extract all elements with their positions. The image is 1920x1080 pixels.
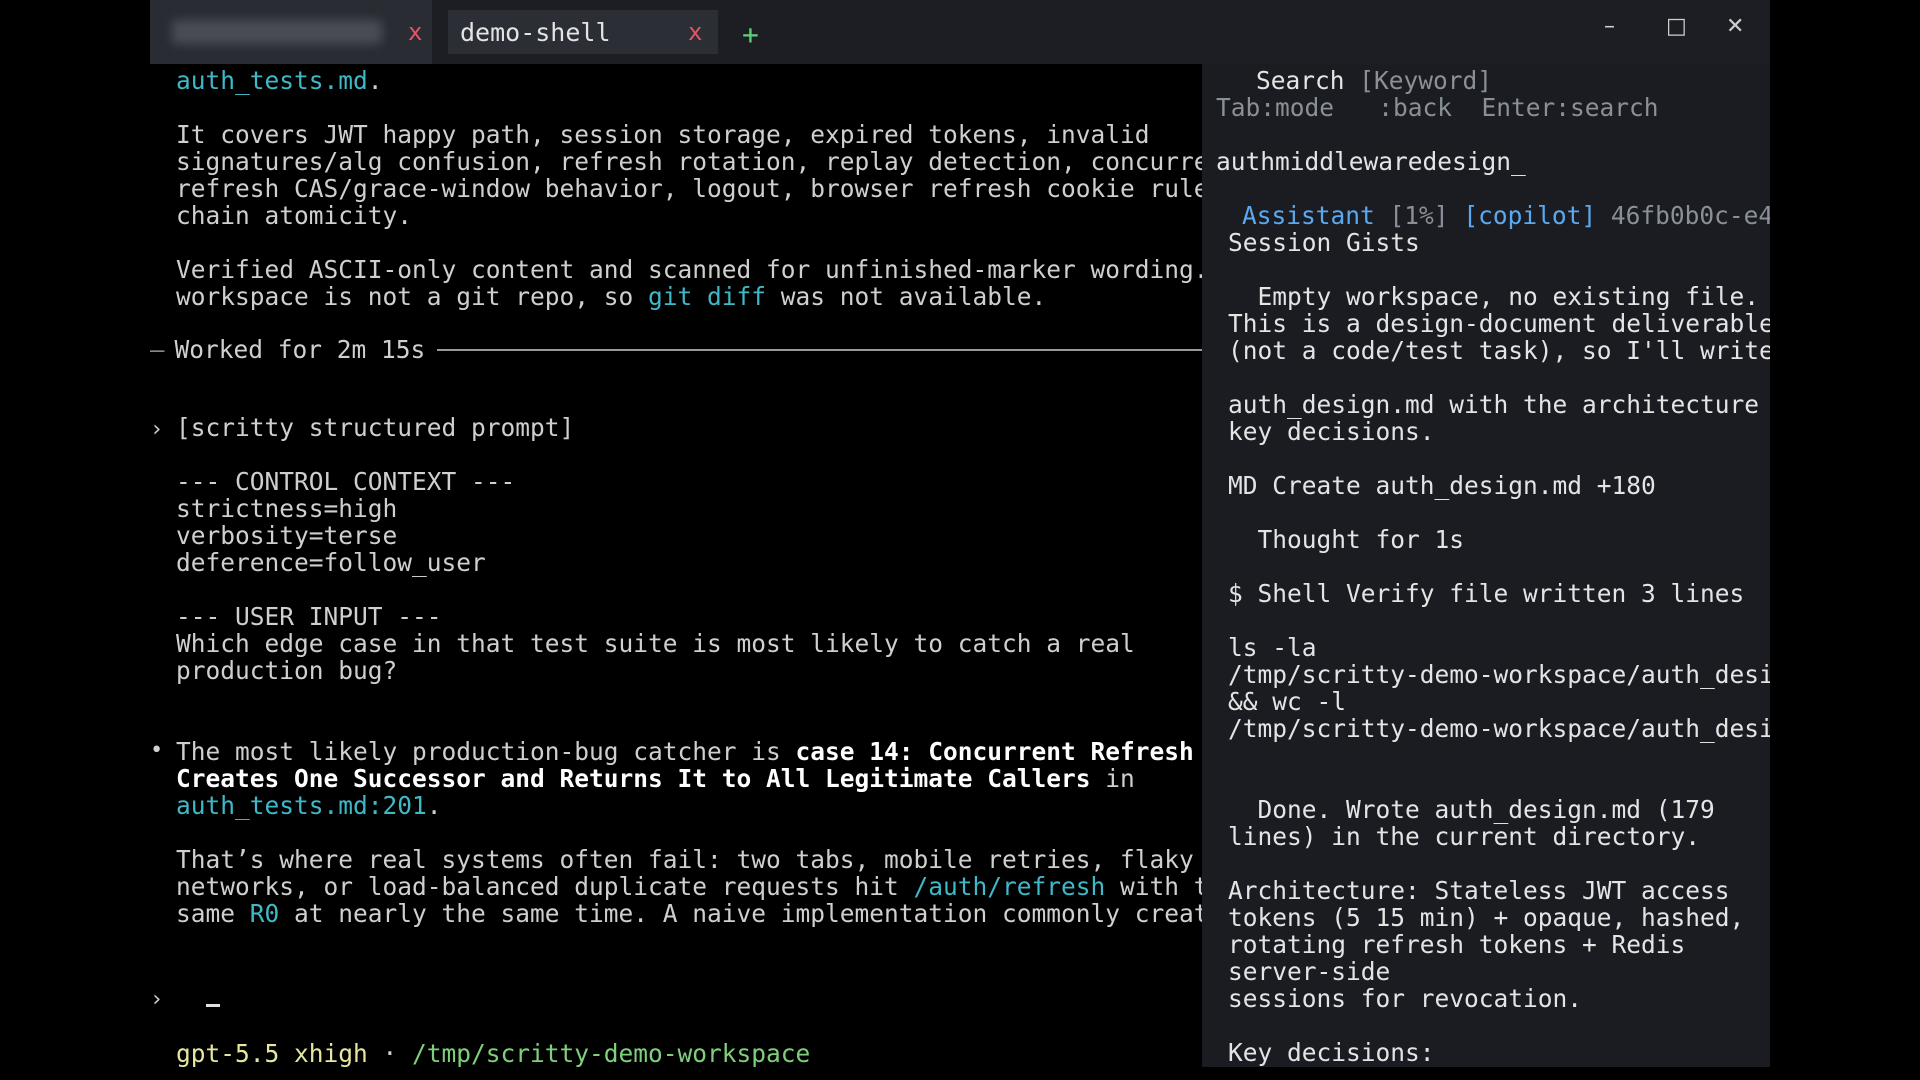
result-body-line: This is a design-document deliverable <box>1228 309 1770 338</box>
output-line: workspace is not a git repo, so git diff… <box>176 282 1047 311</box>
output-line: It covers JWT happy path, session storag… <box>176 120 1150 149</box>
text-cursor[interactable] <box>206 1004 220 1007</box>
result-tag: [copilot] <box>1463 201 1597 230</box>
result-body-line: auth_design.md with the architecture and <box>1228 390 1770 419</box>
result-percent: [1%] <box>1389 201 1449 230</box>
worked-duration: Worked for 2m 15s <box>174 335 426 364</box>
tab-close-icon[interactable]: x <box>688 18 702 46</box>
result-body-line: Thought for 1s <box>1228 525 1465 554</box>
result-body-line: Empty workspace, no existing file. <box>1228 282 1760 311</box>
answer-line: That’s where real systems often fail: tw… <box>176 845 1194 874</box>
output-line: signatures/alg confusion, refresh rotati… <box>176 147 1202 176</box>
main-terminal-pane[interactable]: auth_tests.md. It covers JWT happy path,… <box>150 64 1202 1080</box>
redacted-tab-title <box>172 20 382 44</box>
bullet-icon: • <box>150 738 164 763</box>
result-id: 46fb0b0c-e48f- <box>1610 201 1770 230</box>
tab-demo-shell[interactable]: demo-shell x <box>448 10 718 54</box>
divider-dash: – <box>150 335 165 364</box>
endpoint-link[interactable]: /auth/refresh <box>914 872 1106 901</box>
result-body-line: && wc -l <box>1228 687 1347 716</box>
prompt-title: [scritty structured prompt] <box>176 413 575 442</box>
input-line: production bug? <box>176 656 398 685</box>
output-line: refresh CAS/grace-window behavior, logou… <box>176 174 1202 203</box>
result-body-line: /tmp/scritty-demo-workspace/auth_design. <box>1228 660 1770 689</box>
minimize-icon[interactable]: – <box>1604 14 1615 39</box>
result-body-line: MD Create auth_design.md +180 <box>1228 471 1656 500</box>
status-footer: gpt-5.5 xhigh · /tmp/scritty-demo-worksp… <box>176 1039 811 1068</box>
result-title: Session Gists <box>1228 228 1420 257</box>
control-line: strictness=high <box>176 494 398 523</box>
result-body-line: Key decisions: <box>1228 1038 1435 1067</box>
result-body-line: rotating refresh tokens + Redis <box>1228 930 1686 959</box>
result-body-line: Architecture: Stateless JWT access <box>1228 876 1730 905</box>
output-line: chain atomicity. <box>176 201 413 230</box>
search-field[interactable]: Search [Keyword] <box>1256 67 1492 94</box>
search-placeholder: [Keyword] <box>1359 66 1493 95</box>
answer-line: same R0 at nearly the same time. A naive… <box>176 899 1202 928</box>
command-link[interactable]: git diff <box>648 282 766 311</box>
input-header: --- USER INPUT --- <box>176 602 442 631</box>
input-line: Which edge case in that test suite is mo… <box>176 629 1135 658</box>
terminal-window: x demo-shell x + – □ ✕ auth_tests.md. It… <box>150 0 1770 1080</box>
new-tab-button[interactable]: + <box>742 18 759 51</box>
close-window-icon[interactable]: ✕ <box>1726 14 1744 39</box>
output-line: Verified ASCII-only content and scanned … <box>176 255 1202 284</box>
result-body-line: key decisions. <box>1228 417 1435 446</box>
workspace-path: /tmp/scritty-demo-workspace <box>412 1039 811 1068</box>
search-result-header[interactable]: Assistant [1%] [copilot] 46fb0b0c-e48f- <box>1242 202 1770 229</box>
result-body-line: /tmp/scritty-demo-workspace/auth_design. <box>1228 714 1770 743</box>
control-header: --- CONTROL CONTEXT --- <box>176 467 516 496</box>
result-body-line: ls -la <box>1228 633 1317 662</box>
control-line: deference=follow_user <box>176 548 486 577</box>
session-search-pane[interactable]: Search [Keyword] Tab:mode :back Enter:se… <box>1202 64 1770 1067</box>
tab-redacted[interactable]: x <box>150 0 432 64</box>
result-body-line: (not a code/test task), so I'll write <box>1228 336 1770 365</box>
answer-line: The most likely production-bug catcher i… <box>176 737 1194 766</box>
worked-divider: – Worked for 2m 15s <box>150 335 1202 364</box>
file-link[interactable]: auth_tests.md:201 <box>176 791 427 820</box>
control-line: verbosity=terse <box>176 521 398 550</box>
prompt-chevron-icon: › <box>150 417 164 442</box>
divider-rule <box>437 348 1202 351</box>
answer-line: networks, or load-balanced duplicate req… <box>176 872 1202 901</box>
input-prompt-icon: › <box>150 987 164 1012</box>
model-name: gpt-5.5 xhigh <box>176 1039 368 1068</box>
tab-bar: x demo-shell x + – □ ✕ <box>150 0 1770 64</box>
result-body-line: server-side <box>1228 957 1391 986</box>
answer-line: auth_tests.md:201. <box>176 791 442 820</box>
tab-label: demo-shell <box>460 17 611 47</box>
output-line: auth_tests.md. <box>176 66 383 95</box>
search-help: Tab:mode :back Enter:search <box>1216 93 1659 122</box>
tab-close-icon[interactable]: x <box>408 18 422 46</box>
search-label: Search <box>1256 66 1345 95</box>
search-query[interactable]: authmiddlewaredesign_ <box>1216 148 1526 175</box>
maximize-icon[interactable]: □ <box>1666 14 1687 39</box>
result-body-line: Done. Wrote auth_design.md (179 <box>1228 795 1715 824</box>
result-body-line: $ Shell Verify file written 3 lines <box>1228 579 1745 608</box>
result-body-line: lines) in the current directory. <box>1228 822 1701 851</box>
result-body-line: tokens (5 15 min) + opaque, hashed, <box>1228 903 1745 932</box>
result-body-line: sessions for revocation. <box>1228 984 1583 1013</box>
answer-line: Creates One Successor and Returns It to … <box>176 764 1135 793</box>
result-role: Assistant <box>1242 201 1375 230</box>
file-link[interactable]: auth_tests.md <box>176 66 368 95</box>
